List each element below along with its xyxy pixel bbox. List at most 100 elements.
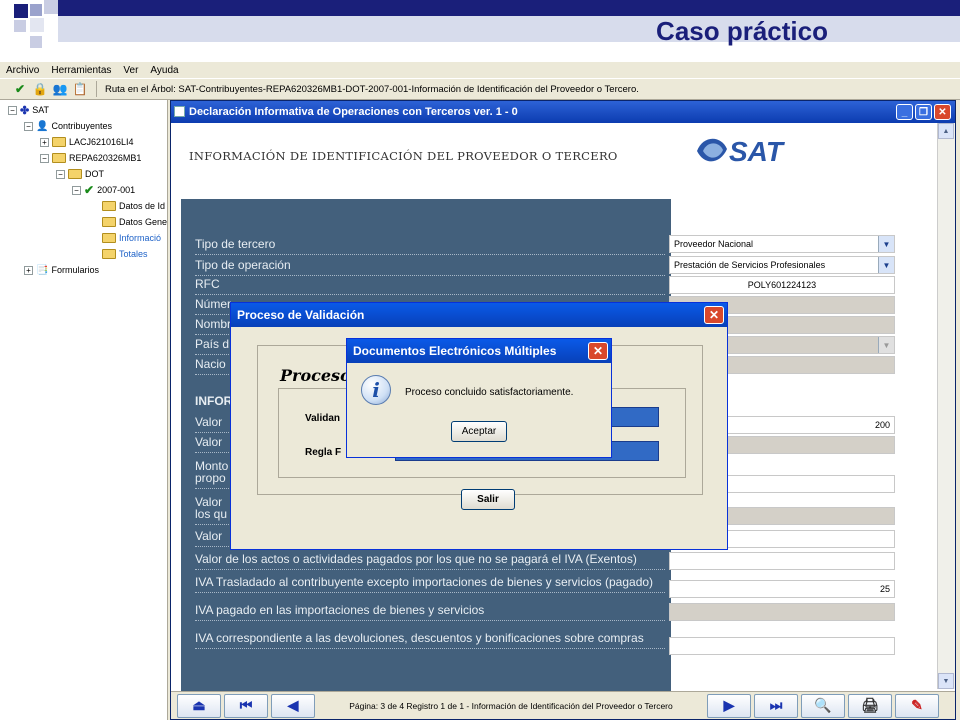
navigation-tree: − ✤ SAT − 👤 Contribuyentes + LACJ621016L… — [0, 100, 168, 720]
iva-importaciones-input[interactable] — [669, 603, 895, 621]
sat-logo: SAT — [697, 136, 786, 167]
tree-node-sat[interactable]: − ✤ SAT — [8, 102, 49, 118]
valor-1-value: 200 — [874, 420, 890, 430]
check-icon[interactable]: ✔ — [12, 81, 28, 97]
label-iva-devoluciones: IVA correspondiente a las devoluciones, … — [195, 631, 665, 649]
message-dialog-title: Documentos Electrónicos Múltiples — [347, 339, 611, 363]
tipo-operacion-select[interactable]: Prestación de Servicios Profesionales ▼ — [669, 256, 895, 274]
users-icon[interactable]: 👥 — [52, 81, 68, 97]
tipo-operacion-value: Prestación de Servicios Profesionales — [674, 260, 826, 270]
iva-devoluciones-input[interactable] — [669, 637, 895, 655]
edit-icon[interactable]: ✎ — [895, 693, 939, 718]
close-icon[interactable]: ✕ — [588, 342, 608, 360]
tree-node-datos-id[interactable]: Datos de Id — [102, 198, 165, 214]
validation-heading: Proceso — [280, 366, 351, 385]
first-record-icon[interactable]: ⏮ — [224, 693, 268, 718]
tree-label: 2007-001 — [97, 185, 136, 195]
exentos-input[interactable] — [669, 552, 895, 570]
tree-node-dot[interactable]: − DOT — [56, 166, 104, 182]
collapse-icon[interactable]: − — [40, 153, 49, 163]
tree-label: Contribuyentes — [51, 121, 112, 131]
menu-archivo[interactable]: Archivo — [6, 65, 39, 76]
collapse-icon[interactable]: − — [8, 105, 17, 115]
tree-label: REPA620326MB1 — [69, 153, 142, 163]
decor-square — [30, 4, 42, 16]
window-app-icon — [174, 106, 185, 117]
validation-label-2: Regla F — [305, 447, 342, 458]
tree-node-totales[interactable]: Totales — [102, 246, 148, 262]
decor-square — [14, 4, 28, 18]
form-title: INFORMACIÓN DE IDENTIFICACIÓN DEL PROVEE… — [189, 149, 618, 163]
first-page-icon[interactable]: ⏏ — [177, 693, 221, 718]
window-controls: _ ❐ ✕ — [896, 104, 951, 120]
chevron-down-icon[interactable]: ▼ — [878, 337, 894, 353]
close-button[interactable]: ✕ — [934, 104, 951, 120]
tree-node-contribuyentes[interactable]: − 👤 Contribuyentes — [24, 118, 112, 134]
check-icon: ✔ — [84, 183, 95, 197]
menu-ayuda[interactable]: Ayuda — [150, 65, 178, 76]
tree-label: Formularios — [51, 265, 99, 275]
tree-node-datos-gen[interactable]: Datos Gene — [102, 214, 167, 230]
lock-icon[interactable]: 🔒 — [32, 81, 48, 97]
message-text: Proceso concluido satisfactoriamente. — [405, 387, 574, 398]
tree-label: DOT — [85, 169, 104, 179]
decor-square — [14, 20, 26, 32]
salir-button[interactable]: Salir — [461, 489, 515, 510]
tree-label: Informació — [119, 233, 162, 243]
tree-node-informacion[interactable]: Informació — [102, 230, 161, 246]
vertical-scrollbar[interactable]: ▲ ▼ — [937, 123, 955, 689]
folder-icon — [102, 249, 116, 259]
menu-herramientas[interactable]: Herramientas — [51, 65, 111, 76]
tipo-tercero-select[interactable]: Proveedor Nacional ▼ — [669, 235, 895, 253]
label-tipo-operacion: Tipo de operación — [195, 258, 665, 276]
folder-icon — [102, 217, 116, 227]
collapse-icon[interactable]: − — [56, 169, 65, 179]
collapse-icon[interactable]: − — [24, 121, 33, 131]
menu-bar: Archivo Herramientas Ver Ayuda — [0, 62, 960, 78]
validation-dialog-title: Proceso de Validación — [231, 303, 727, 327]
slide-title: Caso práctico — [656, 16, 828, 46]
close-icon[interactable]: ✕ — [704, 306, 724, 324]
folder-open-icon — [52, 153, 66, 163]
declaration-window-title: Declaración Informativa de Operaciones c… — [171, 101, 955, 123]
tree-path: Ruta en el Árbol: SAT-Contribuyentes-REP… — [105, 83, 639, 95]
scroll-up-icon[interactable]: ▲ — [938, 123, 954, 139]
tree-node-formularios[interactable]: + 📑 Formularios — [24, 262, 99, 278]
label-exentos: Valor de los actos o actividades pagados… — [195, 552, 665, 570]
iva-trasladado-input[interactable]: 25 — [669, 580, 895, 598]
chevron-down-icon[interactable]: ▼ — [878, 257, 894, 273]
tree-label: Totales — [119, 249, 148, 259]
validation-label-1: Validan — [305, 413, 341, 424]
decor-square — [44, 0, 58, 14]
aceptar-button[interactable]: Aceptar — [451, 421, 507, 442]
menu-ver[interactable]: Ver — [123, 65, 138, 76]
svg-text:SAT: SAT — [729, 136, 786, 167]
scroll-down-icon[interactable]: ▼ — [938, 673, 954, 689]
expand-icon[interactable]: + — [24, 265, 33, 275]
navigation-info: Página: 3 de 4 Registro 1 de 1 - Informa… — [349, 700, 673, 711]
tree-node-lacj[interactable]: + LACJ621016LI4 — [40, 134, 134, 150]
document-icon[interactable]: 📋 — [72, 81, 88, 97]
label-rfc: RFC — [195, 277, 665, 295]
next-record-icon[interactable]: ▶ — [707, 693, 751, 718]
decor-square — [30, 36, 42, 48]
tree-label: Datos Gene — [119, 217, 168, 227]
iva-trasladado-value: 25 — [879, 584, 890, 594]
minimize-button[interactable]: _ — [896, 104, 913, 120]
last-record-icon[interactable]: ⏭ — [754, 693, 798, 718]
print-icon[interactable]: 🖨 — [848, 693, 892, 718]
label-iva-trasladado: IVA Trasladado al contribuyente excepto … — [195, 575, 665, 593]
expand-icon[interactable]: + — [40, 137, 49, 147]
tipo-tercero-value: Proveedor Nacional — [674, 239, 754, 249]
tree-node-repa[interactable]: − REPA620326MB1 — [40, 150, 141, 166]
record-navigation-bar: ⏏ ⏮ ◀ Página: 3 de 4 Registro 1 de 1 - I… — [171, 691, 955, 719]
chevron-down-icon[interactable]: ▼ — [878, 236, 894, 252]
tree-label: Datos de Id — [119, 201, 166, 211]
tree-node-2007-001[interactable]: − ✔ 2007-001 — [72, 182, 135, 198]
form-icon: 📑 — [36, 264, 49, 276]
collapse-icon[interactable]: − — [72, 185, 81, 195]
search-icon[interactable]: 🔍 — [801, 693, 845, 718]
previous-record-icon[interactable]: ◀ — [271, 693, 315, 718]
restore-button[interactable]: ❐ — [915, 104, 932, 120]
rfc-input[interactable]: POLY601224123 — [669, 276, 895, 294]
